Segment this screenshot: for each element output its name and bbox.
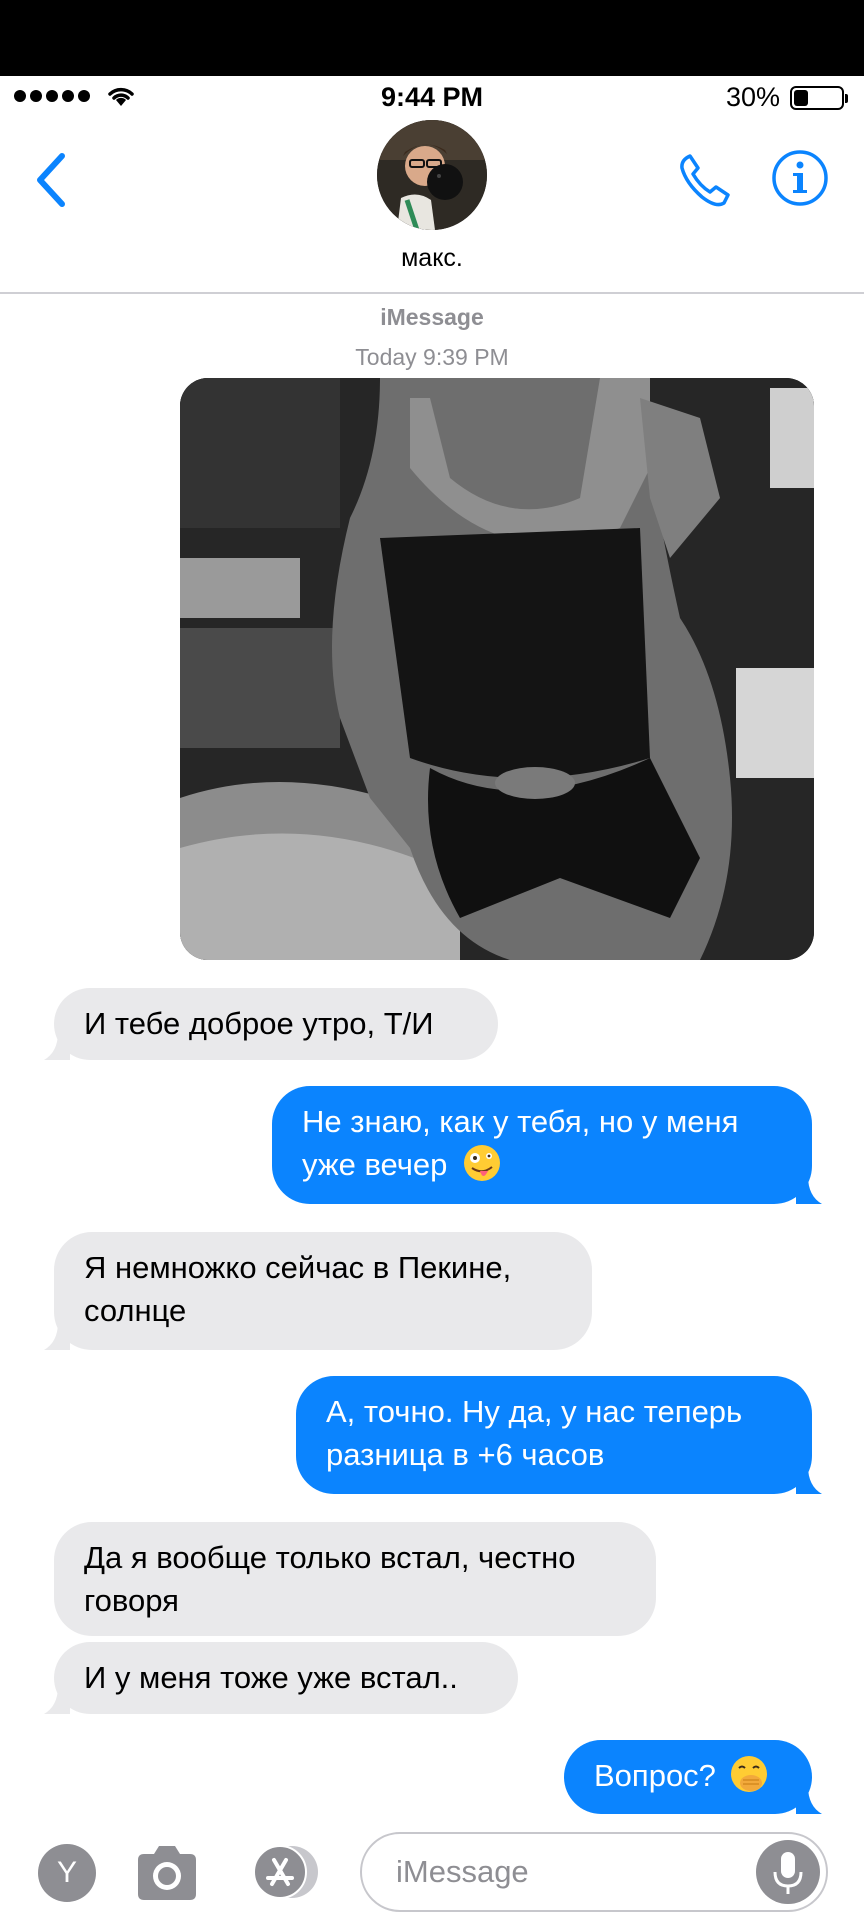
message-text-line: разница в +6 часов [326, 1437, 605, 1472]
received-message[interactable]: Я немножко сейчас в Пекине, солнце [44, 1232, 592, 1350]
sent-message[interactable]: А, точно. Ну да, у нас теперь разница в … [296, 1376, 822, 1494]
bubble-tail [796, 1786, 822, 1814]
bubble-tail [796, 1176, 822, 1204]
sent-message[interactable]: Вопрос? [564, 1740, 822, 1814]
bubble-tail [796, 1466, 822, 1494]
received-message[interactable]: И тебе доброе утро, Т/И [44, 988, 498, 1060]
battery-level [794, 90, 808, 106]
bubble-tail [44, 1032, 70, 1060]
y-app-button[interactable]: Y [38, 1844, 96, 1902]
conversation-header: макс. [0, 120, 864, 294]
battery-percentage: 30% [725, 82, 780, 112]
message-text-line: Да я вообще только встал, честно [84, 1540, 576, 1575]
camera-icon[interactable] [134, 1842, 200, 1902]
message-input-placeholder: iMessage [396, 1854, 529, 1889]
battery-icon [790, 86, 848, 110]
sent-photo-attachment[interactable] [180, 378, 814, 960]
bubble-tail [44, 1322, 70, 1350]
zany-face-emoji-icon [464, 1145, 501, 1181]
contact-avatar[interactable] [377, 120, 487, 230]
avatar-photo [377, 120, 487, 230]
message-text-line: уже вечер [302, 1147, 448, 1182]
info-icon[interactable] [770, 148, 830, 208]
contact-name[interactable]: макс. [0, 244, 864, 273]
message-input[interactable]: iMessage [360, 1832, 828, 1912]
message-text-line: говоря [84, 1583, 179, 1618]
message-text-line: Не знаю, как у тебя, но у меня [302, 1104, 739, 1139]
phone-call-icon[interactable] [676, 150, 734, 208]
received-message[interactable]: И у меня тоже уже встал.. [44, 1642, 518, 1714]
compose-bar: Y iMessage [0, 1822, 864, 1920]
face-with-hand-over-mouth-emoji-icon [730, 1756, 767, 1792]
message-text: И тебе доброе утро, Т/И [84, 1006, 434, 1041]
message-text-line: Я немножко сейчас в Пекине, [84, 1250, 512, 1285]
message-text: И у меня тоже уже встал.. [84, 1660, 458, 1695]
status-bar: 9:44 PM 30% [0, 76, 864, 120]
message-text: Вопрос? [594, 1758, 716, 1793]
microphone-button[interactable] [756, 1840, 820, 1904]
photo-image [180, 378, 814, 960]
app-store-icon[interactable] [246, 1842, 324, 1902]
top-black-band [0, 0, 864, 76]
message-text-line: А, точно. Ну да, у нас теперь [326, 1394, 743, 1429]
message-timestamp: Today 9:39 PM [355, 344, 509, 370]
message-text-line: солнце [84, 1293, 187, 1328]
service-label: iMessage [380, 304, 484, 330]
bubble-tail [44, 1686, 70, 1714]
sent-message[interactable]: Не знаю, как у тебя, но у меня уже вечер [272, 1086, 822, 1204]
received-message[interactable]: Да я вообще только встал, честно говоря [54, 1522, 656, 1636]
microphone-icon [773, 1852, 803, 1894]
back-chevron-icon[interactable] [32, 150, 72, 210]
